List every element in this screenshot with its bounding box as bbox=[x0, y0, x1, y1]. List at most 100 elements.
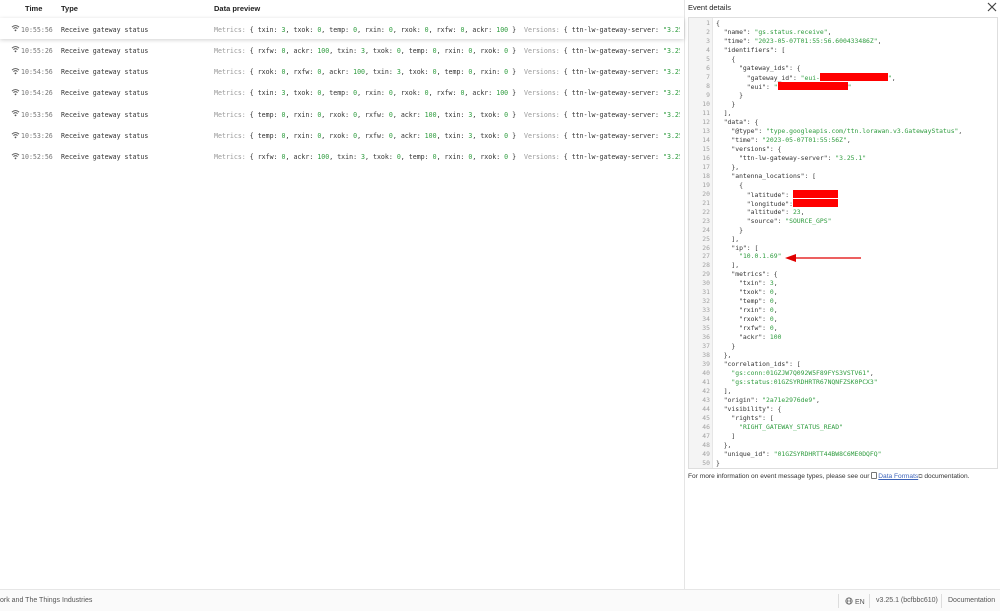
line-number: 3 bbox=[706, 36, 710, 45]
line-number: 36 bbox=[702, 333, 710, 342]
gateway-status-icon bbox=[11, 152, 20, 160]
line-number: 2 bbox=[706, 27, 710, 36]
json-line: "eui": " " bbox=[716, 81, 852, 91]
event-time: 10:55:56 bbox=[21, 25, 53, 34]
json-line: ], bbox=[716, 108, 732, 117]
line-number: 50 bbox=[702, 459, 710, 468]
line-number: 25 bbox=[702, 234, 710, 243]
line-number: 18 bbox=[702, 171, 710, 180]
column-header-preview: Data preview bbox=[214, 4, 261, 13]
json-line: "rxin": 0, bbox=[716, 306, 778, 315]
footer-divider bbox=[941, 594, 942, 608]
json-line: "longitude": bbox=[716, 198, 838, 208]
gateway-status-icon bbox=[11, 131, 20, 138]
event-type: Receive gateway status bbox=[61, 110, 149, 119]
panel-title: Event details bbox=[688, 3, 731, 12]
line-number: 4 bbox=[706, 45, 710, 54]
line-number: 47 bbox=[702, 432, 710, 441]
json-line: }, bbox=[716, 441, 732, 450]
line-number: 1 bbox=[706, 19, 710, 27]
line-number: 7 bbox=[706, 72, 710, 81]
json-line: "gateway_ids": { bbox=[716, 63, 801, 72]
line-number: 6 bbox=[706, 63, 710, 72]
footnote-text: For more information on event message ty… bbox=[688, 473, 870, 480]
json-line: ], bbox=[716, 387, 732, 396]
event-row[interactable]: 10:52:56 Receive gateway status Metrics: {… bbox=[0, 146, 684, 167]
line-number: 19 bbox=[702, 180, 710, 189]
json-line: "correlation_ids": [ bbox=[716, 360, 801, 369]
column-header-time: Time bbox=[25, 4, 43, 13]
event-row[interactable]: 10:53:56 Receive gateway status Metrics: {… bbox=[0, 103, 684, 124]
json-line: "ttn-lw-gateway-server": "3.25.1" bbox=[716, 153, 867, 162]
version-label: v3.25.1 (bcfbbc610) bbox=[876, 597, 938, 604]
event-time: 10:53:26 bbox=[21, 132, 53, 140]
json-line: "altitude": 23, bbox=[716, 207, 805, 216]
redaction-highlight bbox=[792, 189, 838, 198]
line-number: 13 bbox=[702, 126, 710, 135]
json-line: }, bbox=[716, 351, 732, 360]
json-line: "unique_id": "01GZSYRDHRTT44BW8C6ME0DQFQ… bbox=[716, 450, 882, 459]
close-icon[interactable] bbox=[986, 1, 998, 13]
event-preview: Metrics: { temp: 0, rxin: 0, rxok: 0, rx… bbox=[214, 132, 680, 140]
json-viewer[interactable]: 1 2 3 4 5 6 7 8 9 10 11 12 13 14 15 16 17 18 19 20 21 22 23 24 2… bbox=[688, 17, 998, 469]
line-number: 17 bbox=[702, 162, 710, 171]
event-preview: Metrics: { rxfw: 0, ackr: 100, txin: 3, … bbox=[214, 46, 680, 55]
json-line: "gs:status:01GZSYRDHRTR67NQNFZSK0PCX3" bbox=[731, 378, 878, 387]
documentation-link[interactable]: Documentation bbox=[948, 597, 995, 604]
line-number: 39 bbox=[702, 360, 710, 369]
event-type: Receive gateway status bbox=[61, 132, 149, 140]
line-number: 5 bbox=[706, 54, 710, 63]
json-line: "rxok": 0, bbox=[716, 315, 778, 324]
event-row[interactable]: 10:55:26 Receive gateway status Metrics: {… bbox=[0, 39, 684, 60]
event-type: Receive gateway status bbox=[61, 46, 149, 55]
data-formats-link[interactable]: Data Formats bbox=[878, 473, 918, 480]
line-number: 20 bbox=[702, 189, 710, 198]
line-number: 44 bbox=[702, 405, 710, 414]
line-number: 46 bbox=[702, 423, 710, 432]
event-preview: Metrics: { txin: 3, txok: 0, temp: 0, rx… bbox=[214, 25, 680, 34]
json-line: "versions": { bbox=[716, 144, 782, 153]
json-line: "txok": 0, bbox=[716, 288, 778, 297]
json-line: "name": "gs.status.receive", bbox=[716, 27, 832, 36]
line-number: 29 bbox=[702, 270, 710, 279]
line-number: 38 bbox=[702, 351, 710, 360]
event-type: Receive gateway status bbox=[61, 25, 149, 34]
line-number: 23 bbox=[702, 216, 710, 225]
event-preview: Metrics: { rxok: 0, rxfw: 0, ackr: 100, … bbox=[214, 68, 680, 77]
json-line: } bbox=[716, 342, 736, 351]
redaction-highlight bbox=[819, 72, 888, 81]
event-type: Receive gateway status bbox=[61, 68, 149, 77]
line-number: 24 bbox=[702, 225, 710, 234]
footer-divider bbox=[838, 594, 839, 608]
footer-copyright: ork and The Things Industries bbox=[0, 597, 93, 604]
json-line: } bbox=[716, 225, 743, 234]
event-row[interactable]: 10:54:26 Receive gateway status Metrics: {… bbox=[0, 82, 684, 103]
footer-divider bbox=[869, 594, 870, 608]
json-line: "antenna_locations": [ bbox=[716, 171, 817, 180]
line-number: 42 bbox=[702, 387, 710, 396]
gateway-status-icon bbox=[11, 89, 20, 96]
json-line: "@type": "type.googleapis.com/ttn.lorawa… bbox=[716, 126, 963, 135]
globe-icon bbox=[845, 597, 853, 605]
json-line: "gateway_id": "eui- ", bbox=[716, 72, 896, 82]
line-number: 41 bbox=[702, 378, 710, 387]
event-type: Receive gateway status bbox=[61, 89, 149, 98]
event-row[interactable]: 10:54:56 Receive gateway status Metrics: {… bbox=[0, 61, 684, 82]
event-table-header: Time Type Data preview bbox=[0, 0, 684, 17]
json-line: "10.0.1.69" bbox=[739, 252, 782, 261]
json-line: "rxfw": 0, bbox=[716, 324, 778, 333]
column-header-type: Type bbox=[61, 4, 78, 13]
line-number: 43 bbox=[702, 396, 710, 405]
language-label: EN bbox=[854, 599, 865, 606]
language-selector[interactable]: EN bbox=[845, 597, 865, 606]
event-time: 10:54:26 bbox=[21, 89, 53, 98]
line-number: 15 bbox=[702, 144, 710, 153]
gateway-status-icon bbox=[11, 46, 20, 53]
line-number: 37 bbox=[702, 342, 710, 351]
redaction-highlight bbox=[777, 81, 848, 90]
event-row[interactable]: 10:55:56 Receive gateway status Metrics: {… bbox=[0, 18, 684, 40]
event-row[interactable]: 10:53:26 Receive gateway status Metrics: {… bbox=[0, 125, 684, 146]
gateway-status-icon bbox=[11, 25, 20, 32]
json-line: "ackr": 100 bbox=[716, 333, 782, 342]
line-number: 45 bbox=[702, 414, 710, 423]
